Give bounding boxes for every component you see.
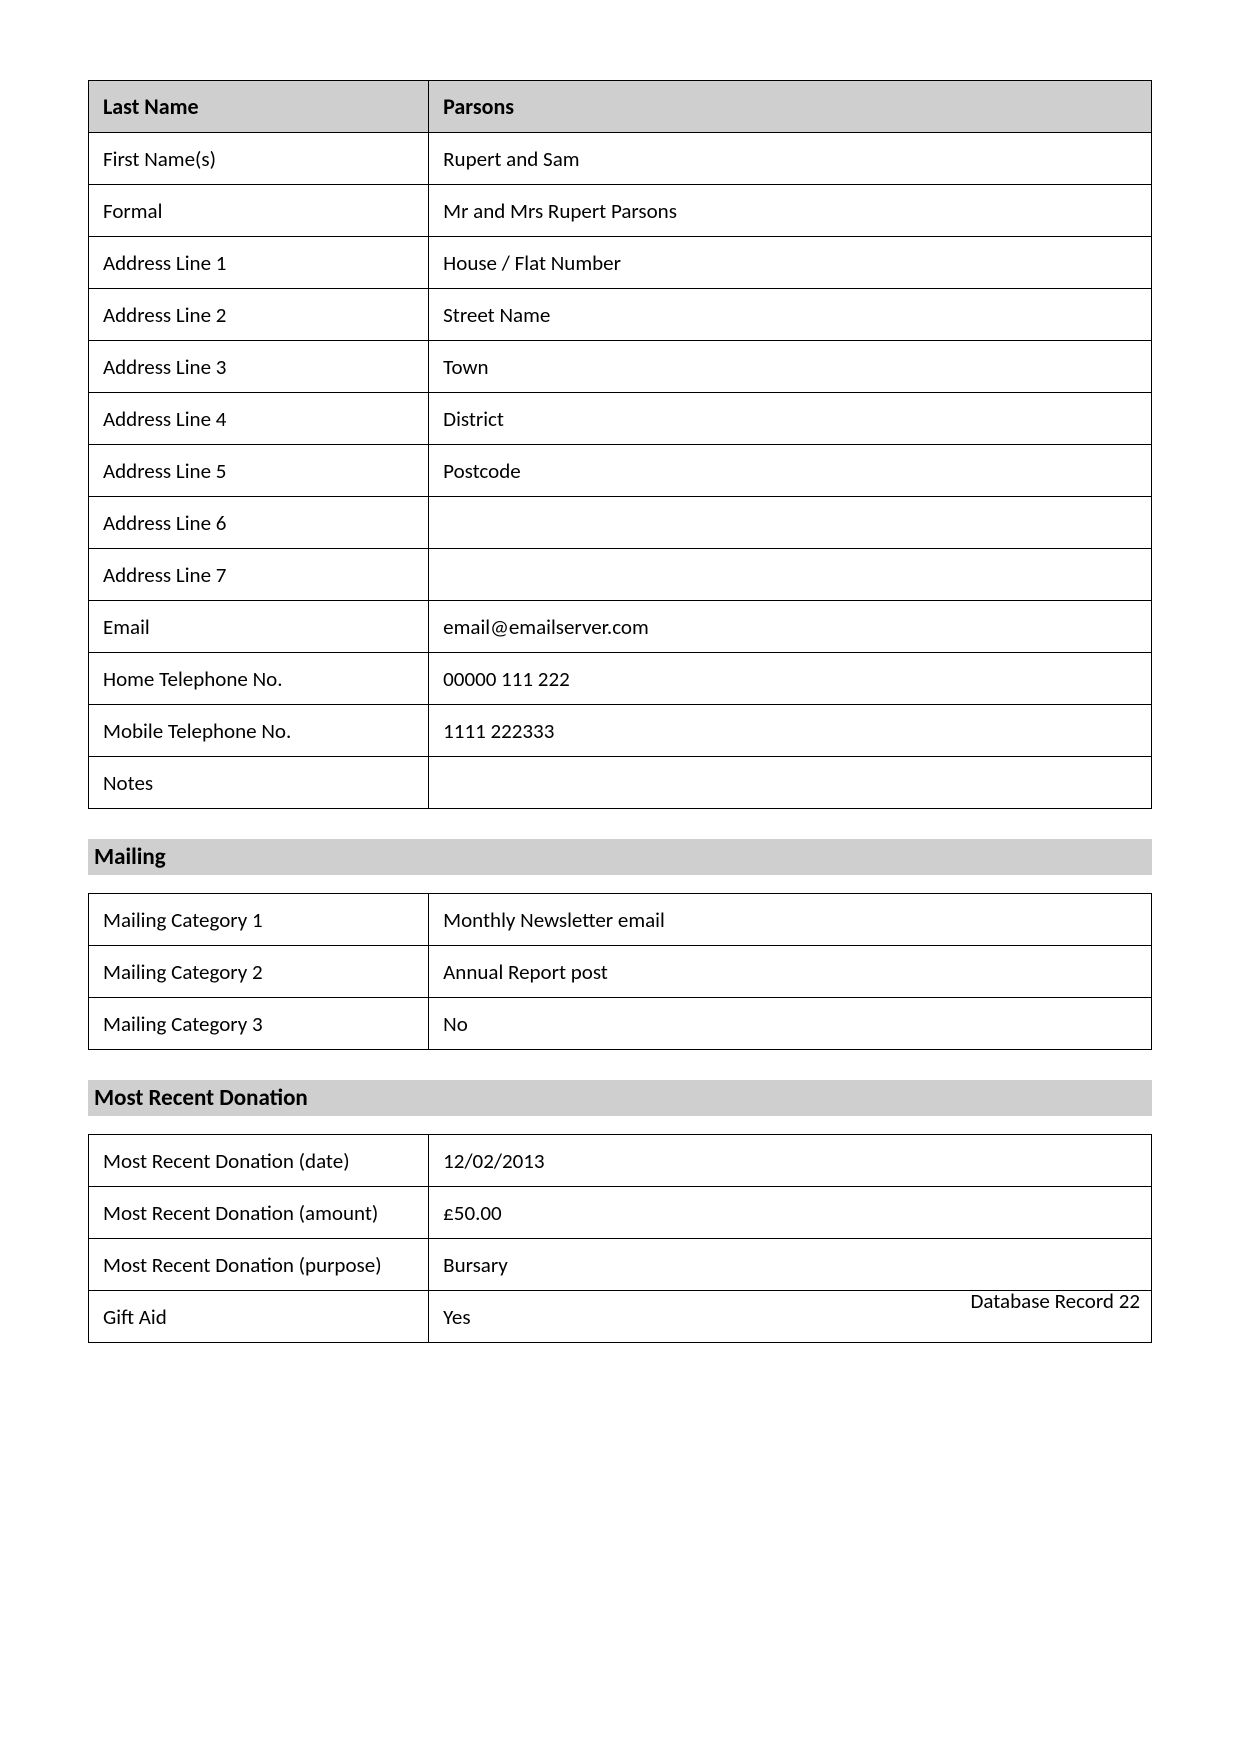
row-value: Monthly Newsletter email xyxy=(429,894,1152,946)
table-row: FormalMr and Mrs Rupert Parsons xyxy=(89,185,1152,237)
contact-header-value: Parsons xyxy=(429,81,1152,133)
row-value: No xyxy=(429,998,1152,1050)
row-label: Address Line 1 xyxy=(89,237,429,289)
row-value: House / Flat Number xyxy=(429,237,1152,289)
row-value: Mr and Mrs Rupert Parsons xyxy=(429,185,1152,237)
table-row: Address Line 2Street Name xyxy=(89,289,1152,341)
table-row: Address Line 4District xyxy=(89,393,1152,445)
row-value: Postcode xyxy=(429,445,1152,497)
table-row: Most Recent Donation (purpose)Bursary xyxy=(89,1239,1152,1291)
row-label: Mailing Category 2 xyxy=(89,946,429,998)
row-label: Most Recent Donation (purpose) xyxy=(89,1239,429,1291)
table-row: Mobile Telephone No.1111 222333 xyxy=(89,705,1152,757)
row-value: Street Name xyxy=(429,289,1152,341)
table-row: Address Line 1House / Flat Number xyxy=(89,237,1152,289)
row-label: Notes xyxy=(89,757,429,809)
row-label: Mailing Category 3 xyxy=(89,998,429,1050)
row-label: Address Line 7 xyxy=(89,549,429,601)
table-row: Emailemail@emailserver.com xyxy=(89,601,1152,653)
table-row: Mailing Category 1Monthly Newsletter ema… xyxy=(89,894,1152,946)
row-value: email@emailserver.com xyxy=(429,601,1152,653)
row-label: Formal xyxy=(89,185,429,237)
donation-heading: Most Recent Donation xyxy=(88,1080,1152,1116)
contact-table: Last Name Parsons First Name(s)Rupert an… xyxy=(88,80,1152,809)
row-label: Address Line 2 xyxy=(89,289,429,341)
footer-text: Database Record 22 xyxy=(971,1288,1141,1314)
row-value: Town xyxy=(429,341,1152,393)
row-value: Bursary xyxy=(429,1239,1152,1291)
row-label: Address Line 3 xyxy=(89,341,429,393)
row-value: 00000 111 222 xyxy=(429,653,1152,705)
table-row: Address Line 7 xyxy=(89,549,1152,601)
row-label: Home Telephone No. xyxy=(89,653,429,705)
table-row: Mailing Category 3No xyxy=(89,998,1152,1050)
row-label: Mobile Telephone No. xyxy=(89,705,429,757)
row-label: Most Recent Donation (amount) xyxy=(89,1187,429,1239)
row-label: Gift Aid xyxy=(89,1291,429,1343)
table-row: Mailing Category 2Annual Report post xyxy=(89,946,1152,998)
row-label: Email xyxy=(89,601,429,653)
row-value: 1111 222333 xyxy=(429,705,1152,757)
row-label: First Name(s) xyxy=(89,133,429,185)
row-value xyxy=(429,549,1152,601)
mailing-table: Mailing Category 1Monthly Newsletter ema… xyxy=(88,893,1152,1050)
contact-header-label: Last Name xyxy=(89,81,429,133)
row-label: Most Recent Donation (date) xyxy=(89,1135,429,1187)
row-label: Address Line 6 xyxy=(89,497,429,549)
row-value: £50.00 xyxy=(429,1187,1152,1239)
row-value: Annual Report post xyxy=(429,946,1152,998)
table-row: Address Line 6 xyxy=(89,497,1152,549)
row-value: District xyxy=(429,393,1152,445)
table-row: First Name(s)Rupert and Sam xyxy=(89,133,1152,185)
table-row: Most Recent Donation (amount)£50.00 xyxy=(89,1187,1152,1239)
table-row: Notes xyxy=(89,757,1152,809)
row-label: Address Line 4 xyxy=(89,393,429,445)
table-row: Home Telephone No.00000 111 222 xyxy=(89,653,1152,705)
row-label: Address Line 5 xyxy=(89,445,429,497)
row-label: Mailing Category 1 xyxy=(89,894,429,946)
table-row: Most Recent Donation (date)12/02/2013 xyxy=(89,1135,1152,1187)
table-row: Address Line 3Town xyxy=(89,341,1152,393)
table-row: Address Line 5Postcode xyxy=(89,445,1152,497)
row-value xyxy=(429,497,1152,549)
row-value xyxy=(429,757,1152,809)
row-value: 12/02/2013 xyxy=(429,1135,1152,1187)
row-value: Rupert and Sam xyxy=(429,133,1152,185)
mailing-heading: Mailing xyxy=(88,839,1152,875)
